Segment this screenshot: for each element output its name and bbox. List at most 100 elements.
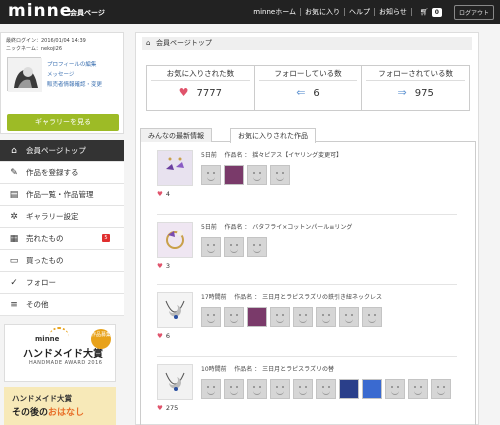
user-avatar[interactable]	[270, 307, 290, 327]
sidebar-item-7[interactable]: ≡ その他	[0, 294, 124, 316]
sidebar-menu: ⌂ 会員ページトップ ✎ 作品を登録する ▤ 作品一覧・作品管理 ✲ ギャラリー設定 ▦ 売れたも…	[0, 140, 124, 316]
favorited-users	[201, 379, 461, 402]
award-subtitle: HANDMADE AWARD 2016	[29, 360, 103, 366]
user-avatar[interactable]	[224, 307, 244, 327]
user-avatar[interactable]	[362, 379, 382, 399]
logout-button[interactable]: ログアウト	[453, 4, 494, 20]
user-avatar[interactable]	[270, 379, 290, 399]
sidebar-item-6[interactable]: ✓ フォロー	[0, 272, 124, 294]
sidebar-item-1[interactable]: ✎ 作品を登録する	[0, 162, 124, 184]
calendar-icon: ▦	[9, 233, 19, 244]
item-thumbnail[interactable]	[157, 364, 193, 400]
feed-list: ♥ 4 5日前 作品名 ： 揺々ピアス【イヤリング変更可】 ♥ 3 5日前 作品名 ： バ…	[140, 142, 476, 425]
seller-info-link[interactable]: 販売者情報確認・変更	[47, 80, 102, 90]
stat-card[interactable]: フォローしている数 ⇐ 6	[255, 66, 363, 110]
story-banner-line1: ハンドメイド大賞	[12, 394, 72, 403]
like-count: ♥ 6	[157, 332, 170, 340]
sidebar-item-label: ギャラリー設定	[26, 212, 79, 221]
tab-latest-info[interactable]: みんなの最新情報	[140, 128, 212, 142]
minne-logo[interactable]: minne	[8, 1, 72, 21]
sidebar-item-4[interactable]: ▦ 売れたもの 5	[0, 228, 124, 250]
user-avatar[interactable]	[224, 165, 244, 185]
entry-divider	[157, 356, 457, 357]
item-thumbnail[interactable]	[157, 150, 193, 186]
last-login: 最終ログイン：2016/01/04 14:39	[6, 38, 86, 44]
user-avatar[interactable]	[385, 379, 405, 399]
entry-title[interactable]: 作品名 ： バタフライ×コットンパール≡リング	[224, 224, 352, 231]
stat-value: 975	[414, 88, 434, 99]
message-link[interactable]: メッセージ	[47, 70, 102, 80]
entry-meta: 5日前 作品名 ： バタフライ×コットンパール≡リング	[201, 222, 352, 231]
stat-label: お気に入りされた数	[151, 66, 250, 81]
stat-card[interactable]: フォローされている数 ⇒ 975	[362, 66, 469, 110]
user-avatar[interactable]	[201, 165, 221, 185]
award-title: ハンドメイド大賞	[23, 349, 103, 360]
view-gallery-button[interactable]: ギャラリーを見る	[7, 114, 119, 131]
entry-title[interactable]: 作品名 ： 三日月とラピスラズリの替	[234, 366, 334, 373]
user-avatar[interactable]	[247, 237, 267, 257]
user-avatar[interactable]	[316, 307, 336, 327]
sidebar-item-label: 作品一覧・作品管理	[26, 190, 94, 199]
entry-title[interactable]: 作品名 ： 揺々ピアス【イヤリング変更可】	[224, 152, 342, 159]
user-avatar[interactable]	[362, 307, 382, 327]
item-thumbnail[interactable]	[157, 222, 193, 258]
favorited-users	[201, 237, 461, 260]
user-avatar[interactable]	[247, 307, 267, 327]
favorited-users	[201, 165, 461, 188]
user-avatar[interactable]	[247, 379, 267, 399]
tab-bar: みんなの最新情報 お気に入りされた作品	[140, 128, 476, 143]
sidebar-item-0[interactable]: ⌂ 会員ページトップ	[0, 140, 124, 162]
user-avatar[interactable]	[201, 307, 221, 327]
heart-icon: ♥	[157, 332, 163, 340]
user-avatar[interactable]	[224, 237, 244, 257]
nav-help[interactable]: ヘルプ	[345, 8, 376, 16]
like-count: ♥ 275	[157, 404, 179, 412]
cart-icon: 🛒︎	[419, 8, 429, 16]
sidebar-item-3[interactable]: ✲ ギャラリー設定	[0, 206, 124, 228]
award-badge: 作品募集	[91, 329, 111, 349]
nav-minne-home[interactable]: minneホーム	[249, 8, 302, 16]
award-minne-logo: minne	[35, 335, 60, 343]
tab-favorited-works[interactable]: お気に入りされた作品	[230, 128, 316, 143]
stats-panel: お気に入りされた数 ♥ 7777 フォローしている数 ⇐ 6 フォローされている数 ⇒ 975	[146, 65, 470, 111]
stat-card[interactable]: お気に入りされた数 ♥ 7777	[147, 66, 255, 110]
nav-news[interactable]: お知らせ	[375, 8, 412, 16]
sidebar-item-5[interactable]: ▭ 買ったもの	[0, 250, 124, 272]
sidebar-item-2[interactable]: ▤ 作品一覧・作品管理	[0, 184, 124, 206]
nickname: ニックネーム：nekoji26	[6, 46, 63, 52]
user-avatar[interactable]	[224, 379, 244, 399]
stat-label: フォローされている数	[366, 66, 466, 81]
like-count: ♥ 4	[157, 190, 170, 198]
user-avatar[interactable]	[431, 379, 451, 399]
entry-time: 5日前	[201, 152, 217, 159]
user-avatar[interactable]	[316, 379, 336, 399]
cart-button[interactable]: 🛒︎ 0	[419, 7, 442, 17]
story-banner[interactable]: ハンドメイド大賞 その後のおはなし	[4, 387, 116, 425]
user-avatar[interactable]	[339, 307, 359, 327]
user-avatar[interactable]	[339, 379, 359, 399]
user-avatar[interactable]	[201, 237, 221, 257]
stat-value-row: ⇐ 6	[255, 86, 362, 99]
user-avatar[interactable]	[270, 165, 290, 185]
user-avatar[interactable]	[247, 165, 267, 185]
main-panel: ⌂ 会員ページトップ お気に入りされた数 ♥ 7777 フォローしている数 ⇐ 6 フォロー…	[135, 32, 479, 425]
home-icon: ⌂	[11, 145, 17, 156]
entry-meta: 5日前 作品名 ： 揺々ピアス【イヤリング変更可】	[201, 150, 342, 159]
user-avatar[interactable]	[408, 379, 428, 399]
avatar[interactable]	[7, 57, 42, 92]
entry-divider	[157, 214, 457, 215]
entry-title[interactable]: 作品名 ： 三日月とラピスラズリの鉄引き紐ネックレス	[234, 294, 382, 301]
user-avatar[interactable]	[293, 307, 313, 327]
item-thumbnail[interactable]	[157, 292, 193, 328]
edit-profile-link[interactable]: プロフィールの編集	[47, 60, 102, 70]
cart-icon: ▭	[9, 255, 19, 266]
wrench-icon: ✲	[10, 211, 18, 222]
award-banner[interactable]: minne ハンドメイド大賞 HANDMADE AWARD 2016 作品募集	[4, 324, 116, 382]
entry-time: 17時間前	[201, 294, 227, 301]
sidebar-item-label: フォロー	[26, 278, 56, 287]
nav-favorites[interactable]: お気に入り	[301, 8, 346, 16]
like-count: ♥ 3	[157, 262, 170, 270]
list-icon: ≡	[10, 299, 18, 310]
user-avatar[interactable]	[293, 379, 313, 399]
user-avatar[interactable]	[201, 379, 221, 399]
